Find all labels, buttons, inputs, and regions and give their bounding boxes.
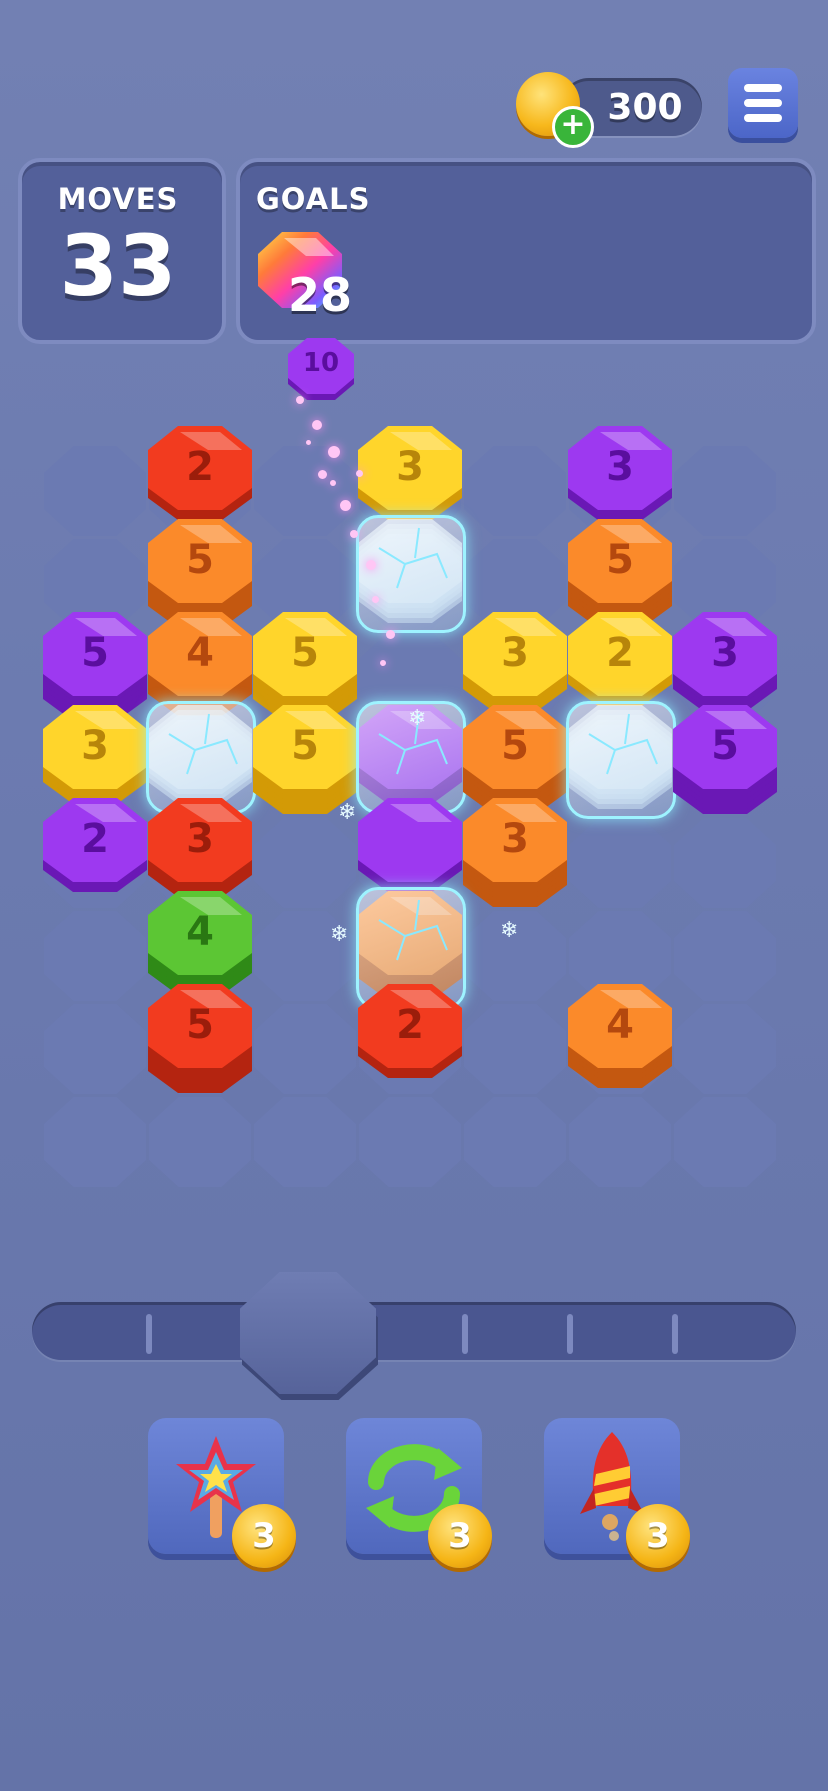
sparkle [380, 660, 386, 666]
board-slot[interactable] [569, 818, 671, 908]
goals-label: GOALS [256, 182, 371, 216]
snowflake-icon: ❄ [338, 800, 357, 825]
tile-count: 5 [81, 630, 109, 676]
tile-count: 3 [501, 630, 529, 676]
floating-tile-count: 10 [302, 348, 340, 378]
sparkle [330, 480, 336, 486]
tile-stack[interactable] [566, 701, 676, 819]
board-slot[interactable] [44, 446, 146, 536]
tile-count: 2 [186, 444, 214, 490]
board-slot[interactable] [359, 1097, 461, 1187]
tile-stack[interactable]: 5 [673, 705, 777, 818]
tile-count: 3 [501, 816, 529, 862]
tile-stack[interactable]: 2 [148, 426, 252, 524]
slider-tick [672, 1314, 678, 1354]
tile-stack[interactable]: 4 [148, 891, 252, 999]
board-slot[interactable] [464, 1097, 566, 1187]
sparkle [318, 470, 327, 479]
tile-count: 3 [396, 444, 424, 490]
tile-count: 5 [186, 537, 214, 583]
board-slot[interactable] [569, 1097, 671, 1187]
board-slot[interactable] [44, 1097, 146, 1187]
tile-count: 5 [711, 723, 739, 769]
menu-icon [744, 84, 782, 92]
board-slot[interactable] [674, 911, 776, 1001]
tile-stack[interactable] [358, 798, 462, 896]
tile-stack[interactable]: 3 [673, 612, 777, 715]
booster-count-badge: 3 [428, 1504, 492, 1568]
board-slot[interactable] [464, 1004, 566, 1094]
board-slot[interactable] [254, 446, 356, 536]
tile-stack[interactable]: 3 [463, 798, 567, 911]
booster-count-badge: 3 [626, 1504, 690, 1568]
menu-icon-bar [744, 114, 782, 122]
tile-count: 5 [186, 1002, 214, 1048]
ice-block [566, 701, 676, 819]
tile-count: 3 [186, 816, 214, 862]
sparkle [328, 446, 340, 458]
tile-count: 5 [501, 723, 529, 769]
tile-count: 4 [606, 1002, 634, 1048]
tile-count: 2 [81, 816, 109, 862]
tile-stack[interactable]: 5 [148, 984, 252, 1097]
ice-block [356, 515, 466, 633]
tile-count: 2 [606, 630, 634, 676]
tile-stack[interactable]: 3 [568, 426, 672, 524]
tile-stack[interactable]: 3 [43, 705, 147, 808]
sparkle [350, 530, 358, 538]
tile-count: 3 [606, 444, 634, 490]
tile-stack[interactable]: 4 [568, 984, 672, 1092]
board-slot[interactable] [254, 818, 356, 908]
board-slot[interactable] [464, 446, 566, 536]
sparkle [386, 630, 395, 639]
sparkle [340, 500, 351, 511]
tile-count: 5 [606, 537, 634, 583]
tile-stack[interactable] [356, 515, 466, 633]
snowflake-icon: ❄ [330, 922, 349, 947]
tile-count: 4 [186, 909, 214, 955]
board-slot[interactable] [674, 1004, 776, 1094]
tile-stack[interactable] [146, 701, 256, 814]
board-slot[interactable] [674, 818, 776, 908]
snowflake-icon: ❄ [408, 706, 427, 731]
moves-value: 33 [59, 217, 177, 315]
coin-value: 300 [607, 87, 683, 128]
board-slot[interactable] [149, 1097, 251, 1187]
tile-stack[interactable]: 3 [463, 612, 567, 715]
tile-stack[interactable]: 3 [358, 426, 462, 524]
tile-stack[interactable]: 2 [43, 798, 147, 896]
slider-tick [567, 1314, 573, 1354]
sparkle [356, 470, 363, 477]
tile-stack[interactable]: 2 [358, 984, 462, 1082]
sparkle [312, 420, 322, 430]
tile-count: 5 [291, 723, 319, 769]
slider-tick [462, 1314, 468, 1354]
board-slot[interactable] [254, 1004, 356, 1094]
board-slot[interactable] [674, 446, 776, 536]
tile-count: 4 [186, 630, 214, 676]
snowflake-icon: ❄ [500, 918, 519, 943]
board-slot[interactable] [44, 911, 146, 1001]
sparkle [296, 396, 304, 404]
slider-thumb[interactable] [240, 1272, 376, 1394]
moves-label: MOVES [57, 182, 179, 216]
board-slot[interactable] [44, 1004, 146, 1094]
booster-count-badge: 3 [232, 1504, 296, 1568]
sparkle [366, 560, 376, 570]
tile-stack[interactable]: 3 [148, 798, 252, 901]
tile-count: 3 [81, 723, 109, 769]
sparkle [372, 596, 379, 603]
tile-count: 5 [291, 630, 319, 676]
sparkle [306, 440, 311, 445]
goal-count: 28 [288, 268, 353, 322]
slider-tick [146, 1314, 152, 1354]
menu-icon-bar [744, 99, 782, 107]
board-slot[interactable] [674, 1097, 776, 1187]
board-slot[interactable] [254, 1097, 356, 1187]
menu-button[interactable] [728, 68, 798, 138]
tile-count: 3 [711, 630, 739, 676]
tile-stack[interactable]: 2 [568, 612, 672, 710]
tile-count: 2 [396, 1002, 424, 1048]
add-coins-button[interactable]: + [552, 106, 594, 148]
